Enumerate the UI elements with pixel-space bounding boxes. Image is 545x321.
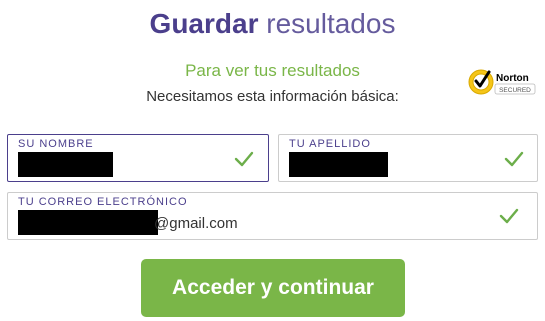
- first-name-value-redacted: [18, 152, 113, 177]
- first-name-label: SU NOMBRE: [18, 138, 94, 150]
- last-name-check-icon: [504, 151, 524, 167]
- norton-secured-text: SECURED: [499, 87, 531, 94]
- email-field[interactable]: TU CORREO ELECTRÓNICO @gmail.com: [7, 192, 538, 240]
- first-name-check-icon: [234, 151, 254, 167]
- submit-button[interactable]: Acceder y continuar: [141, 259, 405, 317]
- subtitle: Para ver tus resultados: [185, 61, 360, 80]
- email-value-redacted: [18, 210, 158, 235]
- title-light: resultados: [266, 8, 396, 39]
- first-name-field[interactable]: SU NOMBRE: [7, 134, 269, 182]
- page-title: Guardar resultados: [0, 6, 545, 42]
- checkmark-seal-icon: [468, 69, 494, 95]
- last-name-label: TU APELLIDO: [289, 138, 371, 150]
- email-label: TU CORREO ELECTRÓNICO: [18, 196, 188, 208]
- email-check-icon: [499, 208, 519, 224]
- save-results-form: Guardar resultados Para ver tus resultad…: [0, 0, 545, 321]
- last-name-value-redacted: [289, 152, 388, 177]
- info-text: Necesitamos esta información básica:: [146, 88, 399, 105]
- norton-brand-text: Norton: [496, 73, 529, 84]
- title-strong: Guardar: [149, 8, 259, 39]
- last-name-field[interactable]: TU APELLIDO: [278, 134, 538, 182]
- norton-secured-badge: Norton SECURED: [468, 69, 536, 95]
- email-domain-text: @gmail.com: [154, 215, 238, 232]
